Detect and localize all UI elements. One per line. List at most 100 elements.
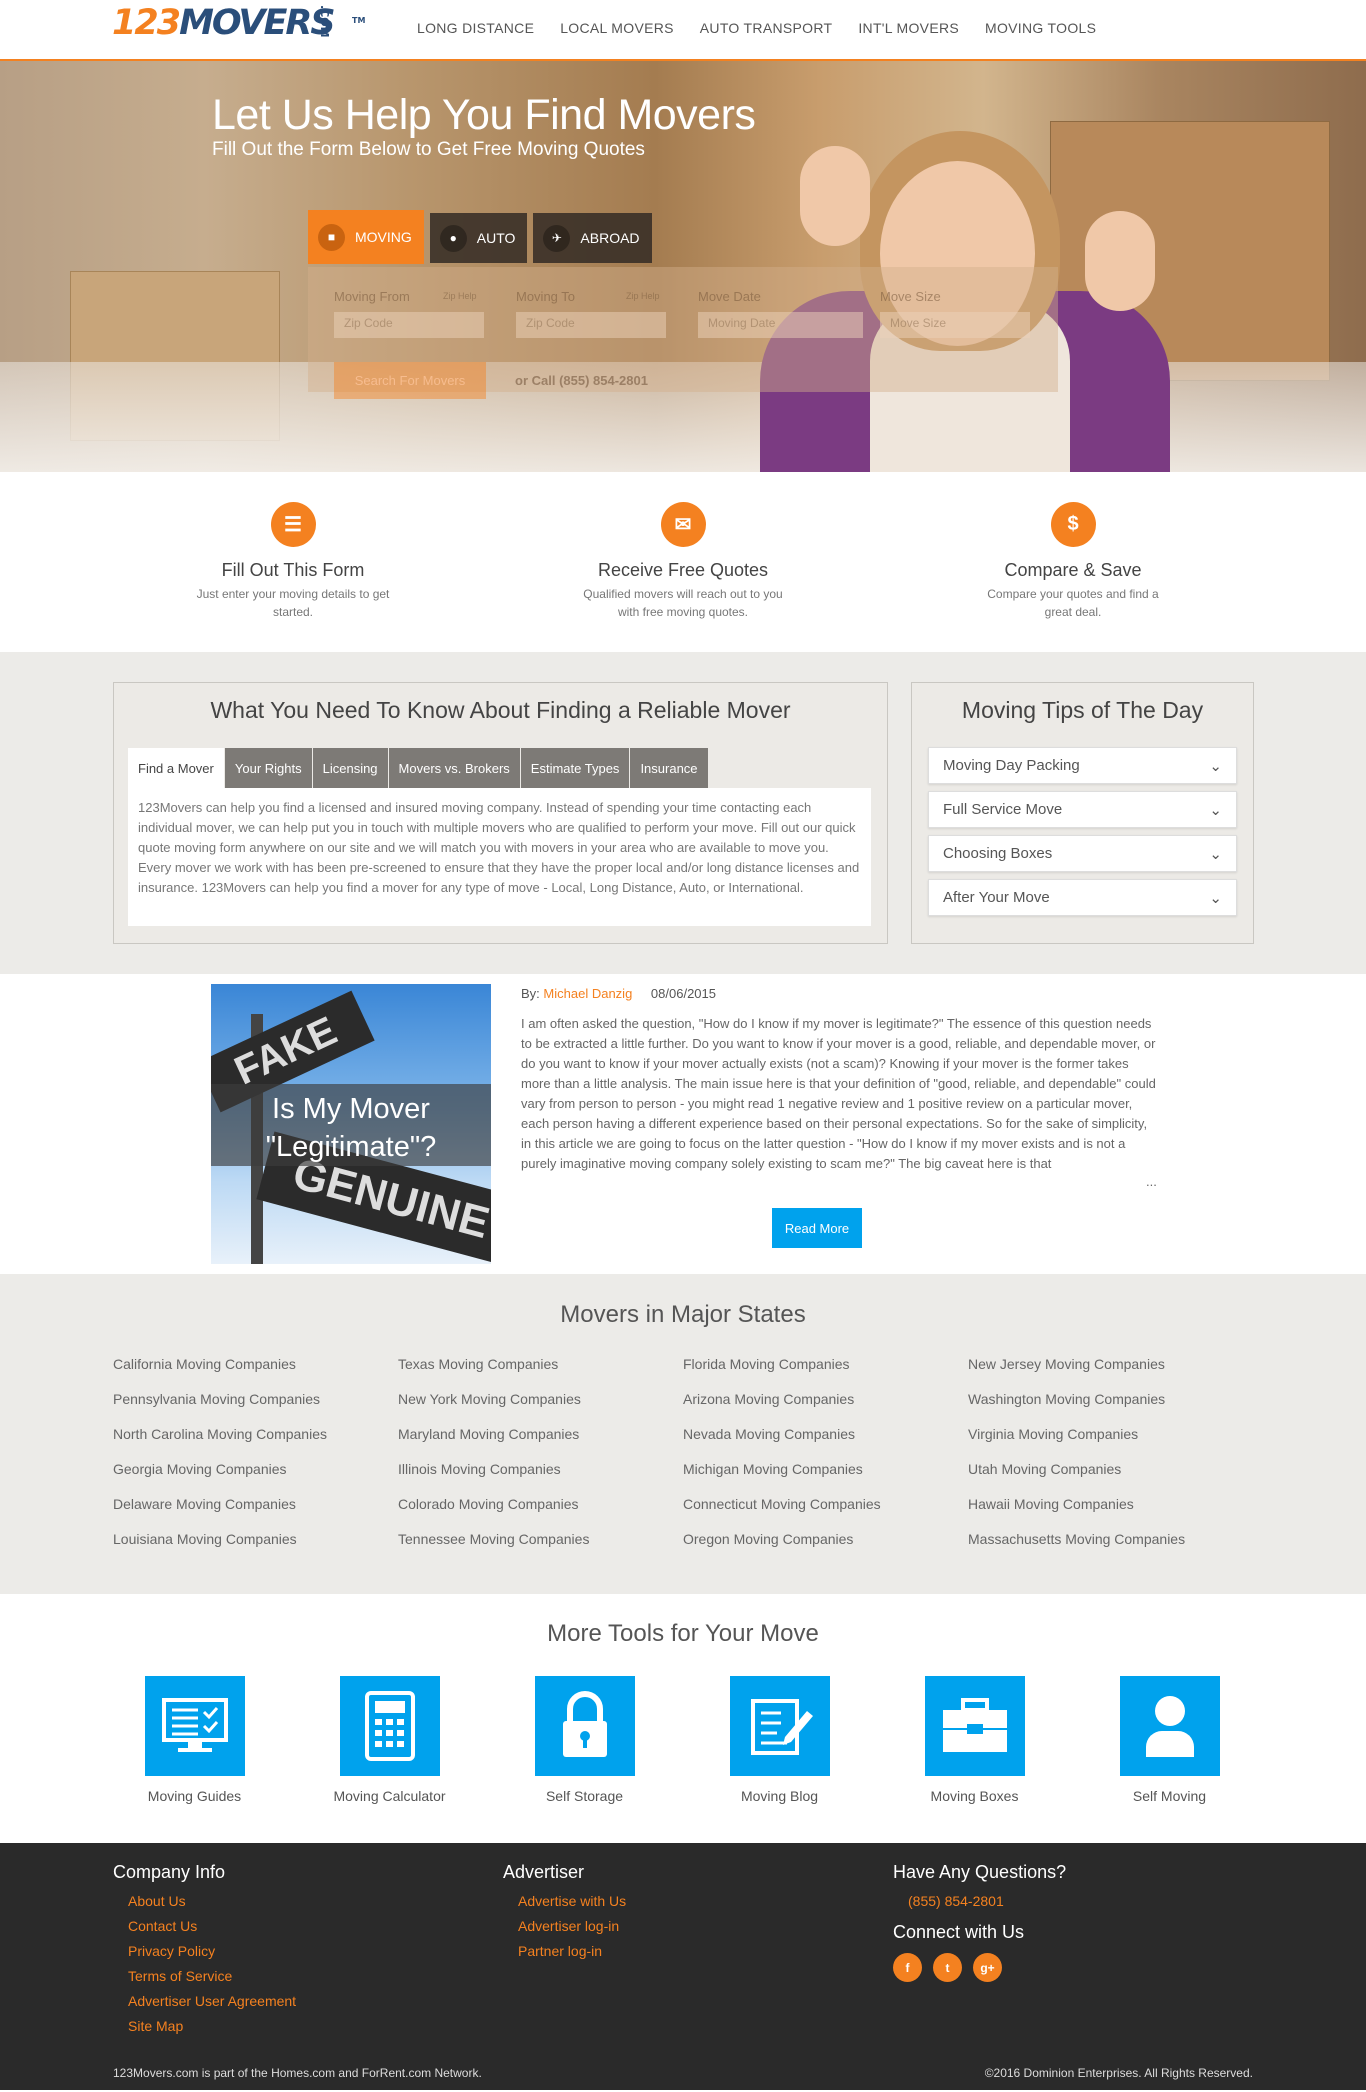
footer-link-advertiser-login[interactable]: Advertiser log-in [518,1914,626,1939]
document-icon: ☰ [270,502,316,547]
state-link[interactable]: Connecticut Moving Companies [683,1496,968,1516]
tab-insurance[interactable]: Insurance [630,748,708,788]
step-title: Fill Out This Form [221,560,365,580]
reliable-mover-panel: What You Need To Know About Finding a Re… [113,682,888,944]
state-link[interactable]: Maryland Moving Companies [398,1426,683,1446]
nav-intl-movers[interactable]: INT'L MOVERS [858,20,959,36]
state-link[interactable]: Texas Moving Companies [398,1356,683,1376]
footer-link-partner-login[interactable]: Partner log-in [518,1939,626,1964]
tab-abroad[interactable]: ✈ ABROAD [533,213,652,263]
state-link[interactable]: New York Moving Companies [398,1391,683,1411]
tab-find-a-mover[interactable]: Find a Mover [128,748,224,788]
hero-photo-girl [1085,211,1155,311]
footer-link-advertise[interactable]: Advertise with Us [518,1889,626,1914]
chevron-down-icon: ⌄ [1209,889,1222,907]
footer-heading: Connect with Us [893,1922,1025,1942]
author-link[interactable]: Michael Danzig [543,986,632,1001]
state-link[interactable]: Nevada Moving Companies [683,1426,968,1446]
read-more-button[interactable]: Read More [772,1208,862,1248]
article-excerpt: I am often asked the question, "How do I… [521,1016,1156,1171]
state-link[interactable]: Virginia Moving Companies [968,1426,1253,1446]
nav-long-distance[interactable]: LONG DISTANCE [417,20,534,36]
tool-moving-guides[interactable]: Moving Guides [97,1676,292,1804]
chevron-down-icon: ⌄ [1209,845,1222,863]
hero-banner: Let Us Help You Find Movers Fill Out the… [0,61,1366,472]
google-plus-icon[interactable]: g+ [973,1953,1002,1982]
state-link[interactable]: Hawaii Moving Companies [968,1496,1253,1516]
move-date-input[interactable]: Moving Date [698,312,863,338]
footer-link-privacy[interactable]: Privacy Policy [128,1939,296,1964]
moving-from-input[interactable]: Zip Code [334,312,484,338]
article-image-caption: Is My Mover "Legitimate"? [211,1084,491,1166]
tab-estimate-types[interactable]: Estimate Types [520,748,630,788]
facebook-icon[interactable]: f [893,1953,922,1982]
nav-moving-tools[interactable]: MOVING TOOLS [985,20,1096,36]
zip-help-link[interactable]: Zip Help [443,291,477,301]
state-link[interactable]: Louisiana Moving Companies [113,1531,398,1551]
step-description: Qualified movers will reach out to you w… [583,587,783,619]
nav-local-movers[interactable]: LOCAL MOVERS [560,20,674,36]
tip-accordion-item[interactable]: Full Service Move ⌄ [928,791,1237,828]
footer-link-sitemap[interactable]: Site Map [128,2014,296,2039]
state-link[interactable]: Delaware Moving Companies [113,1496,398,1516]
state-link[interactable]: Colorado Moving Companies [398,1496,683,1516]
footer-link-advertiser-agreement[interactable]: Advertiser User Agreement [128,1989,296,2014]
footer-heading: Advertiser [503,1862,585,1882]
calculator-icon [339,1676,440,1776]
state-link[interactable]: Washington Moving Companies [968,1391,1253,1411]
tip-accordion-item[interactable]: Choosing Boxes ⌄ [928,835,1237,872]
tip-accordion-item[interactable]: After Your Move ⌄ [928,879,1237,916]
tool-self-moving[interactable]: Self Moving [1072,1676,1267,1804]
search-movers-button[interactable]: Search For Movers [334,362,486,399]
nav-auto-transport[interactable]: AUTO TRANSPORT [700,20,833,36]
footer-link-terms[interactable]: Terms of Service [128,1964,296,1989]
footer-phone-link[interactable]: (855) 854-2801 [908,1889,1066,1914]
footer-link-contact[interactable]: Contact Us [128,1914,296,1939]
tab-your-rights[interactable]: Your Rights [224,748,312,788]
twitter-icon[interactable]: t [933,1953,962,1982]
tool-moving-boxes[interactable]: Moving Boxes [877,1676,1072,1804]
move-size-select[interactable]: Move Size [880,312,1030,338]
major-states-section: Movers in Major States California Moving… [0,1274,1366,1594]
panel-title: What You Need To Know About Finding a Re… [210,697,791,723]
hero-title: Let Us Help You Find Movers [212,91,756,139]
tab-auto[interactable]: ● AUTO [429,213,528,263]
featured-article: FAKE GENUINE Is My Mover "Legitimate"? B… [0,974,1366,1274]
footer-link-about[interactable]: About Us [128,1889,296,1914]
tab-moving[interactable]: ■ MOVING [308,210,424,264]
state-link[interactable]: Utah Moving Companies [968,1461,1253,1481]
state-link[interactable]: Massachusetts Moving Companies [968,1531,1253,1551]
state-link[interactable]: Oregon Moving Companies [683,1531,968,1551]
state-link[interactable]: Michigan Moving Companies [683,1461,968,1481]
state-link[interactable]: California Moving Companies [113,1356,398,1376]
state-link[interactable]: Illinois Moving Companies [398,1461,683,1481]
state-link[interactable]: Georgia Moving Companies [113,1461,398,1481]
site-logo[interactable]: 123MOVERS .COM TM [112,3,365,43]
tab-licensing[interactable]: Licensing [312,748,388,788]
tool-self-storage[interactable]: Self Storage [487,1676,682,1804]
state-link[interactable]: North Carolina Moving Companies [113,1426,398,1446]
move-date-label: Move Date [698,289,761,304]
step-title: Receive Free Quotes [597,560,769,580]
padlock-icon [534,1676,635,1776]
state-link[interactable]: Arizona Moving Companies [683,1391,968,1411]
state-link[interactable]: Pennsylvania Moving Companies [113,1391,398,1411]
article-image[interactable]: FAKE GENUINE Is My Mover "Legitimate"? [211,984,491,1264]
article-byline: By: Michael Danzig 08/06/2015 [521,986,716,1001]
social-links: f t g+ [893,1953,1066,1982]
state-link[interactable]: Tennessee Moving Companies [398,1531,683,1551]
moving-to-input[interactable]: Zip Code [516,312,666,338]
hero-photo-girl [800,146,870,246]
section-title: Movers in Major States [560,1301,806,1328]
zip-help-link[interactable]: Zip Help [626,291,660,301]
state-link[interactable]: Florida Moving Companies [683,1356,968,1376]
move-size-label: Move Size [880,289,941,304]
tool-moving-calculator[interactable]: Moving Calculator [292,1676,487,1804]
state-link[interactable]: New Jersey Moving Companies [968,1356,1253,1376]
quote-form: Moving From Zip Help Zip Code Moving To … [308,267,1058,399]
envelope-icon: ✉ [660,502,706,547]
tool-moving-blog[interactable]: Moving Blog [682,1676,877,1804]
tip-accordion-item[interactable]: Moving Day Packing ⌄ [928,747,1237,784]
section-title: More Tools for Your Move [547,1620,819,1647]
tab-movers-vs-brokers[interactable]: Movers vs. Brokers [388,748,520,788]
